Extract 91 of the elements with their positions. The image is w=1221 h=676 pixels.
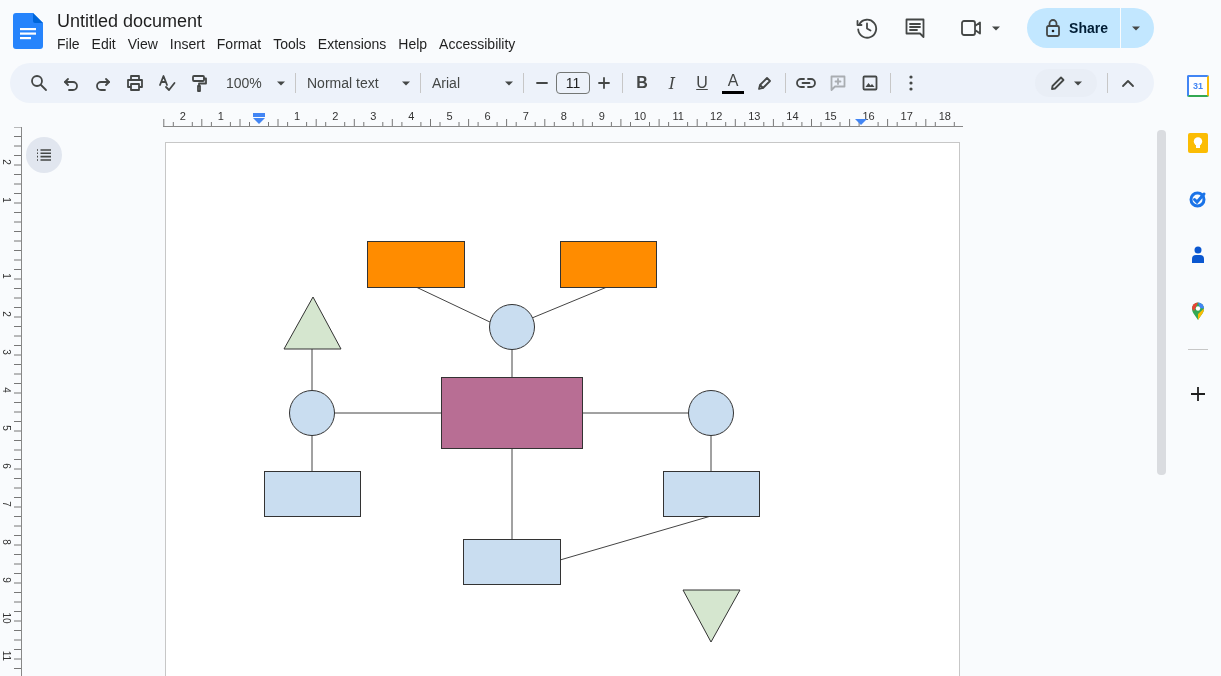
ruler-number: 7 (0, 501, 12, 507)
circle-shape (289, 390, 335, 436)
ruler-number: 2 (332, 110, 339, 122)
image-icon (861, 74, 879, 92)
ruler-number: 11 (0, 650, 12, 662)
chevron-up-icon (1121, 78, 1135, 88)
indent-marker-icon (253, 113, 265, 124)
connector-line (311, 434, 313, 472)
link-icon (796, 77, 816, 89)
pencil-icon (1049, 74, 1067, 92)
search-icon (30, 74, 48, 92)
more-icon (909, 75, 913, 91)
document-outline-button[interactable] (26, 137, 62, 173)
bold-button[interactable]: B (629, 69, 655, 97)
ruler-number: 1 (0, 197, 12, 203)
ruler-number: 1 (217, 110, 224, 122)
ruler-number: 6 (0, 463, 12, 469)
document-title[interactable]: Untitled document (55, 10, 522, 32)
ruler-number: 18 (938, 110, 951, 122)
caret-icon (504, 79, 514, 87)
connector-line (511, 348, 513, 378)
lock-icon (1045, 19, 1062, 37)
ruler-number: 2 (0, 311, 12, 317)
paragraph-style-dropdown[interactable]: Normal text (304, 69, 414, 97)
ruler-number: 8 (0, 539, 12, 545)
menu-item[interactable]: Edit (85, 34, 122, 54)
scrollbar-thumb[interactable] (1157, 130, 1166, 475)
editing-mode-button[interactable] (1035, 69, 1097, 97)
spellcheck-icon (158, 74, 176, 92)
paint-roller-icon (190, 74, 208, 92)
ruler-number: 2 (179, 110, 186, 122)
menu-item[interactable]: Format (210, 34, 268, 54)
ruler-number: 12 (710, 110, 723, 122)
calendar-icon[interactable]: 31 (1187, 75, 1209, 97)
italic-button[interactable]: I (659, 69, 685, 97)
highlighter-icon (756, 74, 774, 92)
ruler-number: 4 (0, 387, 12, 393)
caret-icon (401, 79, 411, 87)
font-size-field[interactable]: 11 (556, 72, 590, 94)
plus-icon (597, 76, 611, 90)
circle-shape (688, 390, 734, 436)
docs-logo-icon[interactable] (13, 13, 43, 49)
ruler-number: 10 (0, 612, 12, 624)
ruler-number: 5 (446, 110, 453, 122)
add-comment-icon (829, 74, 847, 92)
plus-icon[interactable] (1190, 386, 1206, 402)
zoom-dropdown[interactable]: 100% (223, 69, 289, 97)
text-color-button[interactable]: A (719, 69, 747, 97)
print-icon (126, 74, 144, 92)
connector-line (710, 434, 712, 472)
ruler-number: 7 (522, 110, 529, 122)
menu-item[interactable]: Help (392, 34, 434, 54)
ruler-number: 3 (370, 110, 377, 122)
ruler-number: 2 (0, 159, 12, 165)
history-icon[interactable] (855, 16, 880, 40)
ruler-number: 9 (598, 110, 605, 122)
tasks-icon[interactable] (1188, 189, 1208, 209)
caret-icon (276, 79, 286, 87)
ruler-number: 4 (408, 110, 415, 122)
menu-item[interactable]: Extensions (311, 34, 393, 54)
ruler-number: 15 (824, 110, 837, 122)
ruler-number: 3 (0, 349, 12, 355)
ruler-number: 11 (672, 110, 684, 122)
ruler-number: 1 (294, 110, 301, 122)
caret-icon (1073, 79, 1083, 87)
triangle-shape (682, 589, 741, 643)
menu-item[interactable]: Insert (163, 34, 211, 54)
font-dropdown[interactable]: Arial (429, 69, 517, 97)
ruler-number: 9 (0, 577, 12, 583)
ruler-number: 6 (484, 110, 491, 122)
menu-item[interactable]: View (121, 34, 164, 54)
video-camera-icon (959, 18, 984, 38)
menu-item[interactable]: Accessibility (433, 34, 522, 54)
ruler-number: 13 (748, 110, 761, 122)
ruler-number: 1 (0, 273, 12, 279)
ruler-number: 17 (900, 110, 913, 122)
circle-shape (489, 304, 535, 350)
ruler-number: 8 (560, 110, 567, 122)
share-button[interactable]: Share (1027, 8, 1120, 48)
caret-icon (991, 24, 1002, 32)
menu-item[interactable]: Tools (267, 34, 312, 54)
menu-item[interactable]: File (55, 34, 86, 54)
indent-marker-icon (855, 119, 867, 125)
caret-icon (1130, 24, 1141, 32)
ruler-number: 14 (786, 110, 799, 122)
triangle-shape (283, 296, 342, 350)
connector-line (311, 348, 313, 392)
list-icon (36, 149, 52, 161)
ruler-number: 5 (0, 425, 12, 431)
ruler-number: 10 (633, 110, 647, 122)
underline-button[interactable]: U (689, 69, 715, 97)
